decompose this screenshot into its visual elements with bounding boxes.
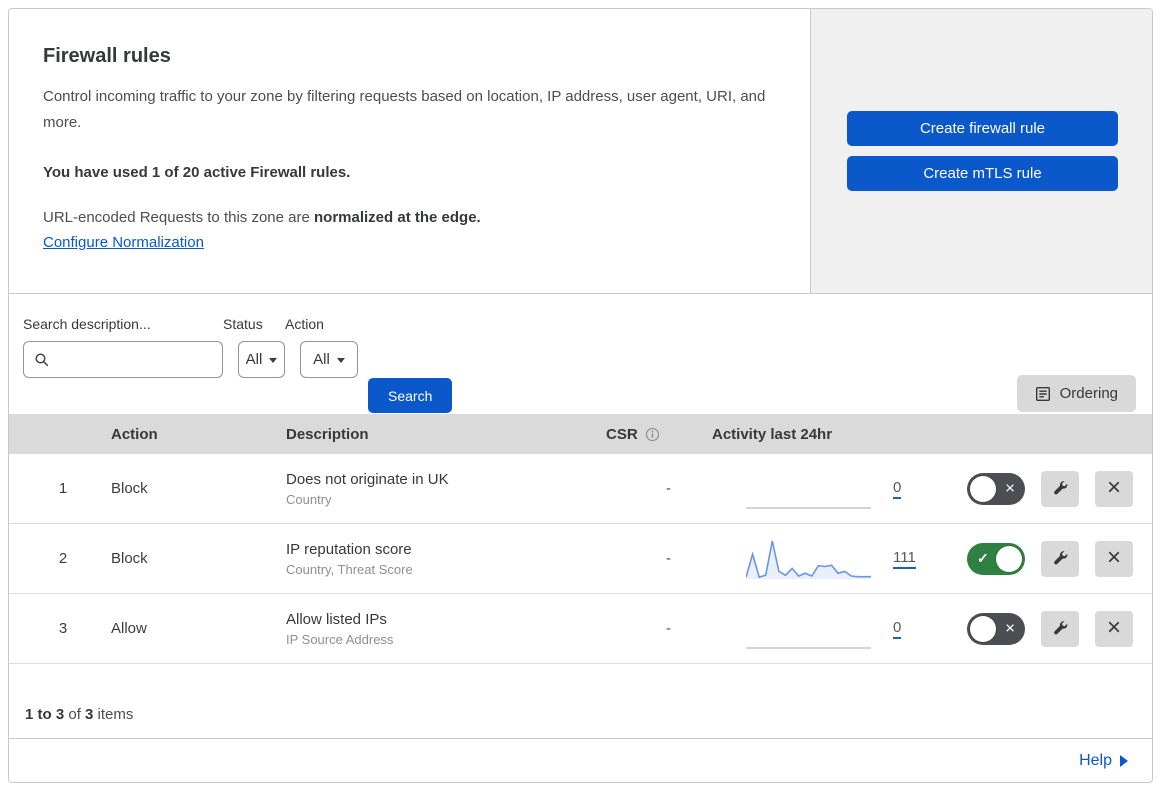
toggle-knob [970, 615, 996, 642]
search-box [23, 341, 223, 378]
action-filter-value: All [313, 351, 330, 368]
rule-fields: Country, Threat Score [286, 561, 413, 577]
ordering-button[interactable]: Ordering [1016, 375, 1136, 412]
wrench-icon [1053, 481, 1067, 495]
normalization-note: URL-encoded Requests to this zone are no… [43, 209, 780, 226]
activity-count-link[interactable]: 0 [893, 479, 902, 499]
wrench-icon [1053, 621, 1067, 635]
create-mtls-rule-button[interactable]: Create mTLS rule [847, 156, 1118, 191]
help-footer: Help [9, 738, 1152, 782]
filter-controls: Search description... Status All Action … [9, 294, 1152, 414]
action-filter-dropdown[interactable]: All [300, 341, 358, 378]
col-action: Action [111, 425, 158, 443]
close-icon: × [1106, 473, 1121, 501]
ordering-button-label: Ordering [1059, 385, 1118, 402]
pagination-summary: 1 to 3 of 3 items [9, 664, 1152, 738]
rule-enabled-toggle[interactable]: ✓ × [967, 542, 1025, 575]
chevron-down-icon [336, 358, 345, 363]
items-label: items [93, 705, 134, 723]
activity-sparkline [746, 540, 871, 579]
normalization-bold-text: normalized at the edge. [314, 209, 481, 226]
search-icon [35, 352, 49, 366]
table-row: 1 Block Does not originate in UK Country… [9, 454, 1152, 524]
delete-rule-button[interactable]: × [1095, 610, 1133, 647]
chevron-down-icon [269, 358, 278, 363]
rule-description: Does not originate in UK [286, 470, 449, 488]
close-icon: × [1106, 543, 1121, 571]
search-button[interactable]: Search [368, 378, 453, 413]
help-label: Help [1079, 751, 1112, 769]
usage-summary: You have used 1 of 20 active Firewall ru… [43, 164, 351, 181]
header-section: Firewall rules Control incoming traffic … [9, 9, 1152, 294]
col-csr-label: CSR [606, 425, 638, 443]
items-of: of [64, 705, 86, 723]
rule-description: IP reputation score [286, 540, 412, 558]
action-filter-label: Action [285, 316, 324, 332]
x-icon: × [1005, 618, 1015, 638]
edit-rule-button[interactable] [1041, 610, 1079, 647]
items-range: 1 to 3 [25, 705, 65, 723]
status-filter-label: Status [223, 316, 263, 332]
page-title: Firewall rules [43, 45, 171, 67]
rule-csr-value: - [666, 480, 671, 497]
rule-csr-value: - [666, 550, 671, 567]
firewall-rules-page: Firewall rules Control incoming traffic … [0, 0, 1161, 791]
info-icon[interactable] [645, 427, 660, 442]
rule-fields: Country [286, 491, 332, 507]
col-csr: CSR [594, 426, 704, 443]
rule-priority: 2 [58, 550, 68, 567]
help-arrow-icon [1120, 754, 1128, 767]
col-description: Description [286, 425, 369, 443]
rule-description: Allow listed IPs [286, 610, 387, 628]
table-header: Action Description CSR Activity last 24h… [9, 414, 1152, 454]
rule-action: Block [111, 550, 148, 567]
rule-enabled-toggle[interactable]: ✓ × [967, 472, 1025, 505]
firewall-rules-card: Firewall rules Control incoming traffic … [8, 8, 1153, 783]
table-row: 3 Allow Allow listed IPs IP Source Addre… [9, 594, 1152, 664]
status-filter-dropdown[interactable]: All [238, 341, 285, 378]
activity-count-link[interactable]: 111 [893, 549, 916, 569]
toggle-knob [996, 545, 1022, 572]
page-description: Control incoming traffic to your zone by… [43, 88, 766, 131]
wrench-icon [1053, 551, 1067, 565]
rule-priority: 1 [58, 480, 68, 497]
activity-sparkline [746, 506, 871, 509]
delete-rule-button[interactable]: × [1095, 470, 1133, 507]
toggle-knob [970, 475, 996, 502]
header-text-panel: Firewall rules Control incoming traffic … [9, 9, 811, 293]
activity-sparkline [746, 646, 871, 649]
configure-normalization-link[interactable]: Configure Normalization [43, 234, 204, 251]
search-input[interactable] [56, 351, 212, 368]
rule-csr-value: - [666, 620, 671, 637]
edit-rule-button[interactable] [1041, 470, 1079, 507]
normalization-text: URL-encoded Requests to this zone are [43, 209, 314, 226]
delete-rule-button[interactable]: × [1095, 540, 1133, 577]
rule-action: Allow [111, 620, 147, 637]
status-filter-value: All [245, 351, 263, 368]
x-icon: × [1005, 478, 1015, 498]
check-icon: ✓ [977, 549, 989, 566]
create-firewall-rule-button[interactable]: Create firewall rule [847, 111, 1118, 146]
close-icon: × [1106, 613, 1121, 641]
rule-priority: 3 [58, 620, 68, 637]
rule-fields: IP Source Address [286, 631, 394, 647]
col-activity: Activity last 24hr [712, 425, 833, 443]
ordering-list-icon [1035, 386, 1050, 401]
rule-action: Block [111, 480, 148, 497]
search-label: Search description... [23, 316, 151, 332]
table-row: 2 Block IP reputation score Country, Thr… [9, 524, 1152, 594]
edit-rule-button[interactable] [1041, 540, 1079, 577]
activity-count-link[interactable]: 0 [893, 619, 902, 639]
help-link[interactable]: Help [1079, 752, 1128, 770]
rule-enabled-toggle[interactable]: ✓ × [967, 612, 1025, 645]
actions-panel: Create firewall rule Create mTLS rule [811, 9, 1152, 293]
